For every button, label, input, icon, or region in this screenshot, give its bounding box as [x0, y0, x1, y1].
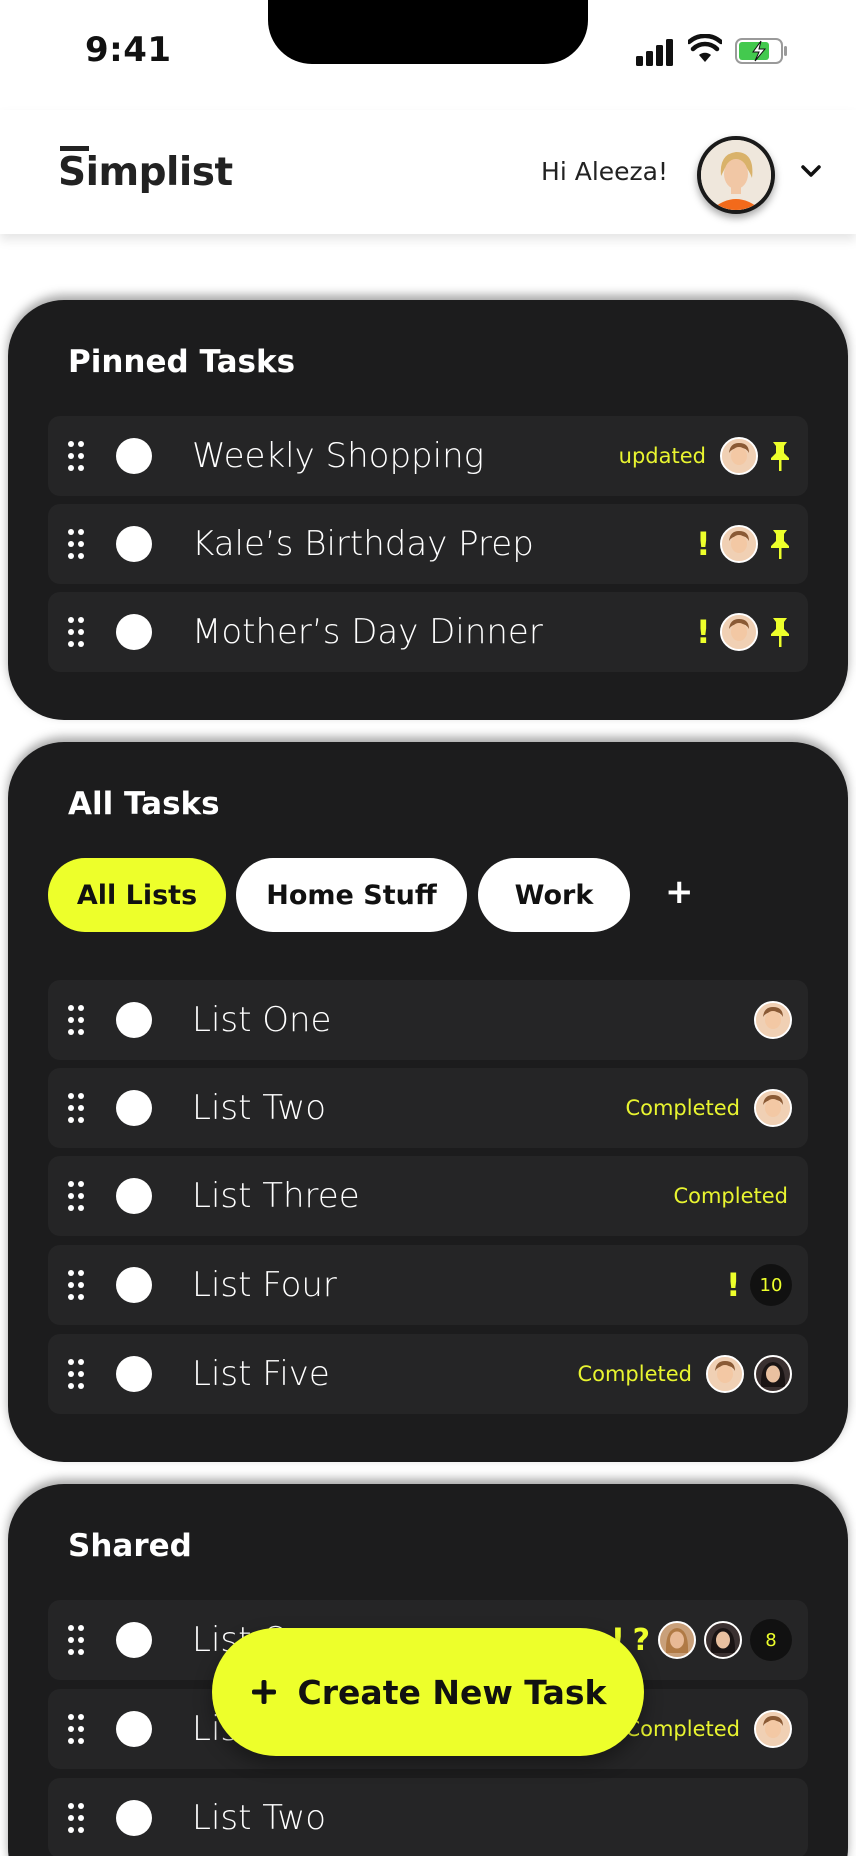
- drag-handle-icon[interactable]: [68, 1270, 84, 1300]
- task-checkbox[interactable]: [116, 614, 152, 650]
- priority-icon: !: [696, 613, 711, 651]
- task-label: List One: [192, 1000, 332, 1040]
- task-label: Kale’s Birthday Prep: [192, 524, 534, 564]
- pin-icon[interactable]: [768, 440, 792, 472]
- drag-handle-icon[interactable]: [68, 1625, 84, 1655]
- app-screen: 9:41 Simplist Hi Aleeza! Pinned Tasks We…: [0, 0, 856, 1856]
- drag-handle-icon[interactable]: [68, 1181, 84, 1211]
- app-logo[interactable]: Simplist: [58, 150, 233, 195]
- app-header: Simplist Hi Aleeza!: [0, 110, 856, 234]
- task-row[interactable]: List Three Completed: [48, 1156, 808, 1236]
- avatar: [754, 1089, 792, 1127]
- question-icon: ?: [632, 1622, 650, 1658]
- avatar: [720, 437, 758, 475]
- create-new-task-button[interactable]: Create New Task: [212, 1628, 644, 1756]
- status-text: Completed: [625, 1717, 740, 1741]
- all-tasks-card: All Tasks All Lists Home Stuff Work + Li…: [8, 742, 848, 1462]
- task-checkbox[interactable]: [116, 1002, 152, 1038]
- pin-icon[interactable]: [768, 528, 792, 560]
- status-text: updated: [618, 444, 706, 468]
- task-checkbox[interactable]: [116, 1267, 152, 1303]
- task-row[interactable]: List Five Completed: [48, 1334, 808, 1414]
- plus-icon: [251, 1680, 276, 1704]
- task-checkbox[interactable]: [116, 1711, 152, 1747]
- status-bar: 9:41: [0, 0, 856, 110]
- avatar: [658, 1621, 696, 1659]
- avatar: [720, 525, 758, 563]
- create-new-task-label: Create New Task: [297, 1672, 607, 1712]
- battery-charging-icon: [735, 38, 787, 64]
- avatar: [754, 1001, 792, 1039]
- status-text: Completed: [625, 1096, 740, 1120]
- avatar: [706, 1355, 744, 1393]
- wifi-icon: [688, 34, 722, 62]
- device-notch: [268, 0, 588, 64]
- drag-handle-icon[interactable]: [68, 441, 84, 471]
- avatar: [754, 1710, 792, 1748]
- task-label: List Two: [192, 1088, 326, 1128]
- count-badge: 10: [750, 1264, 792, 1306]
- pinned-task-row[interactable]: Weekly Shopping updated: [48, 416, 808, 496]
- task-row[interactable]: List One: [48, 980, 808, 1060]
- pinned-tasks-title: Pinned Tasks: [68, 344, 296, 380]
- drag-handle-icon[interactable]: [68, 1093, 84, 1123]
- task-label: Mother’s Day Dinner: [192, 612, 543, 652]
- task-label: Weekly Shopping: [192, 436, 485, 476]
- status-time: 9:41: [85, 30, 172, 70]
- priority-icon: !: [726, 1266, 741, 1304]
- task-row[interactable]: List Two Completed: [48, 1068, 808, 1148]
- drag-handle-icon[interactable]: [68, 1359, 84, 1389]
- shared-task-row[interactable]: List Two: [48, 1778, 808, 1856]
- task-checkbox[interactable]: [116, 1622, 152, 1658]
- drag-handle-icon[interactable]: [68, 529, 84, 559]
- filter-chip-home-stuff[interactable]: Home Stuff: [236, 858, 467, 932]
- drag-handle-icon[interactable]: [68, 1714, 84, 1744]
- greeting-text: Hi Aleeza!: [541, 157, 668, 186]
- task-checkbox[interactable]: [116, 526, 152, 562]
- task-label: List Five: [192, 1354, 330, 1394]
- add-filter-button[interactable]: +: [665, 872, 694, 912]
- task-row[interactable]: List Four ! 10: [48, 1245, 808, 1325]
- pin-icon[interactable]: [768, 616, 792, 648]
- avatar: [754, 1355, 792, 1393]
- chevron-down-icon[interactable]: [800, 164, 822, 178]
- filter-chip-all-lists[interactable]: All Lists: [48, 858, 226, 932]
- pinned-task-row[interactable]: Mother’s Day Dinner !: [48, 592, 808, 672]
- priority-icon: !: [696, 525, 711, 563]
- status-text: Completed: [673, 1184, 788, 1208]
- avatar: [720, 613, 758, 651]
- avatar: [704, 1621, 742, 1659]
- task-checkbox[interactable]: [116, 1800, 152, 1836]
- task-checkbox[interactable]: [116, 1356, 152, 1392]
- status-text: Completed: [577, 1362, 692, 1386]
- drag-handle-icon[interactable]: [68, 617, 84, 647]
- pinned-task-row[interactable]: Kale’s Birthday Prep !: [48, 504, 808, 584]
- drag-handle-icon[interactable]: [68, 1005, 84, 1035]
- signal-icon: [636, 38, 676, 66]
- shared-title: Shared: [68, 1528, 192, 1564]
- task-checkbox[interactable]: [116, 1090, 152, 1126]
- user-avatar[interactable]: [697, 136, 775, 214]
- task-checkbox[interactable]: [116, 1178, 152, 1214]
- pinned-tasks-card: Pinned Tasks Weekly Shopping updated Kal…: [8, 300, 848, 720]
- filter-chip-work[interactable]: Work: [478, 858, 630, 932]
- task-checkbox[interactable]: [116, 438, 152, 474]
- count-badge: 8: [750, 1619, 792, 1661]
- task-label: List Two: [192, 1798, 326, 1838]
- task-label: List Three: [192, 1176, 360, 1216]
- task-label: List Four: [192, 1265, 337, 1305]
- all-tasks-title: All Tasks: [68, 786, 220, 822]
- drag-handle-icon[interactable]: [68, 1803, 84, 1833]
